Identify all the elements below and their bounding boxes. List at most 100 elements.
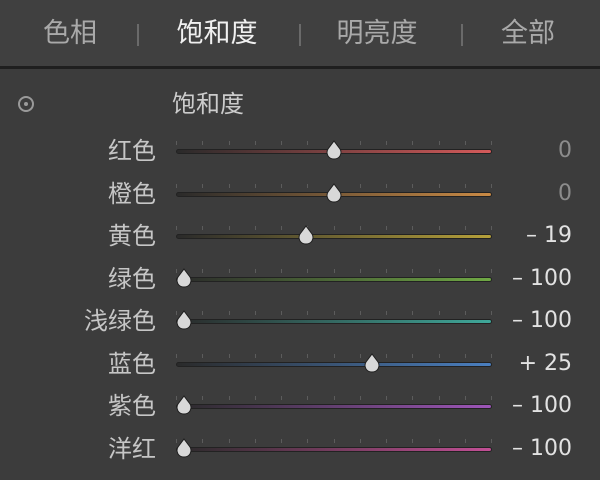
tab-saturation[interactable]: 饱和度 <box>162 14 272 54</box>
slider-tick <box>255 311 256 315</box>
slider-tick <box>334 396 335 400</box>
slider-tick <box>412 268 413 273</box>
slider-tick <box>439 353 440 358</box>
slider-tick <box>386 183 387 188</box>
slider-track-aqua[interactable] <box>176 319 492 324</box>
slider-ticks <box>176 438 492 445</box>
slider-tick <box>281 183 282 188</box>
slider-tick <box>386 396 387 400</box>
section-title: 饱和度 <box>172 90 244 118</box>
slider-tick <box>255 353 256 358</box>
slider-value-magenta[interactable]: – 100 <box>512 432 572 466</box>
slider-tick <box>412 438 413 443</box>
slider-value-orange[interactable]: 0 <box>558 177 572 211</box>
slider-track-green[interactable] <box>176 276 492 282</box>
slider-tick <box>334 311 335 315</box>
slider-label: 绿色 <box>108 264 156 293</box>
slider-row-orange: 橙色 0 <box>0 173 600 215</box>
slider-tick <box>307 438 308 443</box>
slider-ticks <box>176 226 492 232</box>
slider-label: 洋红 <box>108 434 156 463</box>
slider-tick <box>386 438 387 443</box>
slider-tick <box>229 183 230 188</box>
slider-tick <box>360 311 361 315</box>
slider-track-purple[interactable] <box>176 404 492 409</box>
slider-label: 红色 <box>108 137 156 165</box>
slider-tick <box>307 311 308 315</box>
slider-tick <box>202 183 203 188</box>
slider-thumb-shape <box>176 267 192 288</box>
slider-value-yellow[interactable]: – 19 <box>526 219 572 253</box>
slider-tick <box>412 311 413 315</box>
slider-tick <box>281 353 282 358</box>
tab-separator <box>461 24 463 46</box>
slider-tick <box>491 268 492 273</box>
slider-tick <box>360 438 361 443</box>
target-adjustment-icon[interactable] <box>18 96 34 112</box>
slider-tick <box>202 226 203 230</box>
slider-track-magenta[interactable] <box>176 446 492 452</box>
slider-row-aqua: 浅绿色 – 100 <box>0 300 600 342</box>
slider-tick <box>386 268 387 273</box>
tab-luminance[interactable]: 明亮度 <box>322 14 432 54</box>
slider-value-purple[interactable]: – 100 <box>512 389 572 423</box>
slider-tick <box>491 183 492 188</box>
slider-tick <box>465 311 466 315</box>
slider-tick <box>281 141 282 145</box>
slider-tick <box>176 183 177 188</box>
slider-value-red[interactable]: 0 <box>558 134 572 168</box>
slider-thumb-shape <box>298 225 313 245</box>
slider-tick <box>439 226 440 230</box>
slider-thumb-shape <box>176 310 192 330</box>
slider-tick <box>255 141 256 145</box>
slider-track-blue[interactable] <box>176 361 492 367</box>
slider-tick <box>307 141 308 145</box>
slider-tick <box>202 141 203 145</box>
slider-tick <box>281 396 282 400</box>
slider-value-blue[interactable]: + 25 <box>519 347 572 381</box>
slider-tick <box>412 396 413 400</box>
slider-tick <box>465 183 466 188</box>
slider-tick <box>412 141 413 145</box>
slider-tick <box>202 268 203 273</box>
slider-tick <box>439 268 440 273</box>
slider-tick <box>439 183 440 188</box>
slider-tick <box>334 353 335 358</box>
slider-value-green[interactable]: – 100 <box>512 262 572 296</box>
slider-row-yellow: 黄色 – 19 <box>0 215 600 257</box>
tab-bar: 色相 饱和度 明亮度 全部 <box>0 0 600 66</box>
slider-tick <box>386 311 387 315</box>
slider-row-purple: 紫色 – 100 <box>0 385 600 427</box>
slider-label: 蓝色 <box>108 349 156 378</box>
slider-tick <box>229 141 230 145</box>
slider-thumb-shape <box>364 352 379 373</box>
slider-tick <box>229 268 230 273</box>
slider-tick <box>465 438 466 443</box>
slider-row-red: 红色 0 <box>0 130 600 172</box>
slider-thumb-shape <box>176 437 192 458</box>
slider-tick <box>281 226 282 230</box>
slider-tick <box>412 183 413 188</box>
slider-tick <box>439 141 440 145</box>
slider-tick <box>229 353 230 358</box>
slider-tick <box>412 226 413 230</box>
slider-track-yellow[interactable] <box>176 234 492 239</box>
slider-tick <box>281 438 282 443</box>
slider-tick <box>176 353 177 358</box>
slider-row-blue: 蓝色 + 25 <box>0 343 600 385</box>
slider-thumb-shape <box>326 140 342 160</box>
tab-hue[interactable]: 色相 <box>20 14 120 54</box>
tab-all[interactable]: 全部 <box>478 14 578 54</box>
slider-value-aqua[interactable]: – 100 <box>512 304 572 338</box>
slider-ticks <box>176 268 492 275</box>
slider-label: 浅绿色 <box>84 307 156 335</box>
slider-tick <box>281 311 282 315</box>
slider-tick <box>334 226 335 230</box>
slider-tick <box>334 438 335 443</box>
slider-tick <box>307 353 308 358</box>
slider-ticks <box>176 396 492 402</box>
slider-tick <box>176 141 177 145</box>
slider-tick <box>202 438 203 443</box>
slider-tick <box>465 141 466 145</box>
slider-tick <box>176 226 177 230</box>
